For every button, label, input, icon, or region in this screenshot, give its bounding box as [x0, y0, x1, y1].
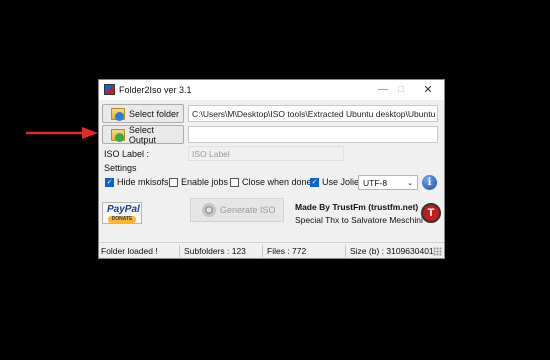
encoding-select[interactable]: UTF-8 ⌄: [358, 175, 418, 190]
select-folder-label: Select folder: [129, 108, 180, 119]
status-files: Files : 772: [267, 246, 307, 256]
status-size: Size (b) : 3109630401: [350, 246, 434, 256]
disc-icon: [202, 203, 216, 217]
enable-jobs-option[interactable]: Enable jobs: [169, 177, 228, 187]
close-when-done-option[interactable]: Close when done: [230, 177, 312, 187]
maximize-icon[interactable]: □: [394, 83, 408, 97]
enable-jobs-checkbox[interactable]: [169, 177, 178, 187]
title-bar: Folder2Iso ver 3.1 — □ ✕: [99, 80, 444, 100]
select-folder-button[interactable]: Select folder: [102, 104, 184, 123]
hide-mkisofs-checkbox[interactable]: ✓: [105, 177, 114, 187]
iso-label-caption: ISO Label :: [104, 149, 150, 159]
output-path-field[interactable]: [188, 126, 438, 143]
use-joliet-label: Use Joliet: [322, 177, 362, 187]
settings-heading: Settings: [104, 163, 137, 173]
trustfm-logo[interactable]: T: [421, 203, 441, 223]
select-output-button[interactable]: Select Output: [102, 124, 184, 145]
generate-iso-label: Generate ISO: [220, 205, 276, 215]
pointer-arrow: [26, 127, 98, 139]
chevron-down-icon: ⌄: [407, 179, 413, 187]
close-icon[interactable]: ✕: [421, 83, 435, 97]
status-state: Folder loaded !: [101, 246, 158, 256]
use-joliet-option[interactable]: ✓ Use Joliet: [310, 177, 362, 187]
special-thanks-text: Special Thx to Salvatore Meschini: [295, 215, 423, 225]
resize-grip[interactable]: [433, 247, 442, 256]
paypal-logo: PayPal: [107, 204, 140, 215]
window-title: Folder2Iso ver 3.1: [119, 85, 192, 95]
folder-path-field[interactable]: C:\Users\M\Desktop\ISO tools\Extracted U…: [188, 105, 438, 122]
status-separator: [345, 245, 346, 257]
folder2iso-window: Folder2Iso ver 3.1 — □ ✕ Select folder C…: [98, 79, 445, 259]
close-when-done-checkbox[interactable]: [230, 177, 239, 187]
generate-iso-button[interactable]: Generate ISO: [190, 198, 284, 222]
info-icon[interactable]: i: [422, 175, 437, 190]
folder-output-icon: [111, 128, 125, 142]
encoding-value: UTF-8: [363, 177, 388, 188]
hide-mkisofs-label: Hide mkisofs: [117, 177, 169, 187]
close-when-done-label: Close when done: [242, 177, 312, 187]
app-icon: [104, 84, 115, 95]
made-by-text: Made By TrustFm (trustfm.net): [295, 202, 419, 212]
folder-icon: [111, 107, 125, 121]
status-bar: Folder loaded ! Subfolders : 123 Files :…: [99, 242, 444, 259]
iso-label-input[interactable]: ISO Label: [188, 146, 344, 161]
status-subfolders: Subfolders : 123: [184, 246, 246, 256]
status-separator: [179, 245, 180, 257]
paypal-donate-button[interactable]: PayPal DONATE: [102, 202, 142, 224]
status-separator: [262, 245, 263, 257]
donate-badge: DONATE: [108, 216, 136, 223]
enable-jobs-label: Enable jobs: [181, 177, 229, 187]
minimize-icon[interactable]: —: [376, 83, 390, 97]
use-joliet-checkbox[interactable]: ✓: [310, 177, 319, 187]
select-output-label: Select Output: [128, 124, 156, 145]
hide-mkisofs-option[interactable]: ✓ Hide mkisofs: [105, 177, 169, 187]
